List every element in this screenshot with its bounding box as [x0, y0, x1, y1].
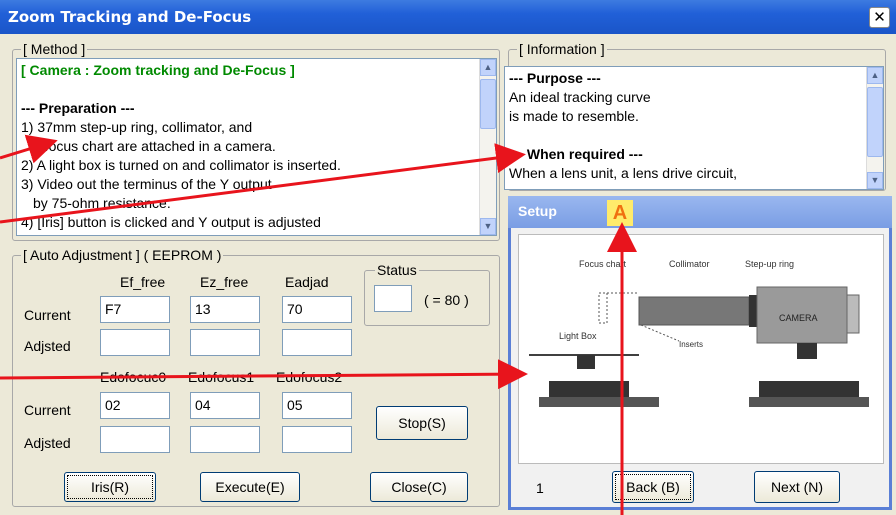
eadjad-current-field[interactable]: 70 [282, 296, 352, 323]
setup-title: Setup [518, 203, 557, 219]
status-hint: ( = 80 ) [424, 292, 469, 308]
ez-free-adjusted-field[interactable] [190, 329, 260, 356]
next-button[interactable]: Next (N) [754, 471, 840, 503]
window-title: Zoom Tracking and De-Focus [8, 8, 252, 26]
edofocus2-adjusted-field[interactable] [282, 426, 352, 453]
row-label-adjusted: Adjsted [24, 435, 71, 451]
collimator-shape [638, 296, 750, 326]
setup-diagram-svg: Focus chart Collimator Step-up ring CAME… [529, 259, 869, 407]
scroll-down-icon[interactable]: ▼ [867, 172, 883, 189]
focus-chart-shape [598, 292, 608, 324]
iris-button[interactable]: Iris(R) [64, 472, 156, 502]
method-line: 3) Video out the terminus of the Y outpu… [21, 176, 272, 192]
edofocus0-current-field[interactable]: 02 [100, 392, 170, 419]
scroll-up-icon[interactable]: ▲ [867, 67, 883, 84]
method-line: 4) [Iris] button is clicked and Y output… [21, 214, 321, 230]
scroll-down-icon[interactable]: ▼ [480, 218, 496, 235]
status-title: Status [375, 261, 419, 279]
setup-page-number: 1 [536, 480, 544, 496]
diagram-label-stepup-ring: Step-up ring [745, 259, 794, 269]
method-line: [ Camera : Zoom tracking and De-Focus ] [21, 62, 295, 78]
method-line: 1) 37mm step-up ring, collimator, and [21, 119, 253, 135]
info-line [509, 126, 879, 145]
back-button[interactable]: Back (B) [612, 471, 694, 503]
marker-a: A [607, 200, 633, 226]
method-line: --- Preparation --- [21, 100, 135, 116]
eadjad-adjusted-field[interactable] [282, 329, 352, 356]
diagram-label-inserts: Inserts [679, 340, 703, 349]
status-field[interactable] [374, 285, 412, 312]
close-icon[interactable]: ✕ [869, 7, 890, 28]
col-header: Eadjad [285, 274, 329, 290]
col-header: Ef_free [120, 274, 166, 290]
scroll-thumb[interactable] [867, 87, 883, 157]
auto-adjustment-title: [ Auto Adjustment ] ( EEPROM ) [21, 246, 224, 264]
info-line: --- When required --- [509, 146, 643, 162]
method-line: by 75-ohm resistance. [33, 195, 171, 211]
diagram-label-collimator: Collimator [669, 259, 710, 269]
col-header: Edofocuc0 [100, 369, 167, 385]
info-line: --- Purpose --- [509, 70, 601, 86]
scroll-up-icon[interactable]: ▲ [480, 59, 496, 76]
setup-titlebar: Setup [508, 196, 892, 228]
info-line: An ideal tracking curve [509, 89, 651, 105]
window-titlebar: Zoom Tracking and De-Focus ✕ [0, 0, 896, 34]
info-line: is made to resemble. [509, 108, 639, 124]
edofocus2-current-field[interactable]: 05 [282, 392, 352, 419]
stepup-ring-shape [749, 295, 757, 327]
close-button[interactable]: Close(C) [370, 472, 468, 502]
information-group-title: [ Information ] [517, 40, 607, 58]
ez-free-current-field[interactable]: 13 [190, 296, 260, 323]
method-group-title: [ Method ] [21, 40, 88, 58]
method-scrollbar[interactable]: ▲ ▼ [479, 59, 496, 235]
method-line: 2) A light box is turned on and collimat… [21, 157, 341, 173]
method-line: a focus chart are attached in a camera. [33, 138, 276, 154]
col-header: Ez_free [200, 274, 249, 290]
setup-diagram: Focus chart Collimator Step-up ring CAME… [518, 234, 884, 464]
edofocus0-adjusted-field[interactable] [100, 426, 170, 453]
diagram-label-focus-chart: Focus chart [579, 259, 627, 269]
col-header: Edofocus2 [276, 369, 343, 385]
setup-footer: 1 Back (B) Next (N) [518, 468, 884, 506]
col-header: Edofocus1 [188, 369, 255, 385]
ef-free-current-field[interactable]: F7 [100, 296, 170, 323]
method-textbox[interactable]: [ Camera : Zoom tracking and De-Focus ] … [16, 58, 497, 236]
edofocus1-current-field[interactable]: 04 [190, 392, 260, 419]
row-label-adjusted: Adjsted [24, 338, 71, 354]
ef-free-adjusted-field[interactable] [100, 329, 170, 356]
edofocus1-adjusted-field[interactable] [190, 426, 260, 453]
information-textbox[interactable]: --- Purpose --- An ideal tracking curve … [504, 66, 884, 190]
row-label-current: Current [24, 402, 71, 418]
diagram-label-light-box: Light Box [559, 331, 597, 341]
info-line: When a lens unit, a lens drive circuit, [509, 165, 737, 181]
execute-button[interactable]: Execute(E) [200, 472, 300, 502]
info-scrollbar[interactable]: ▲ ▼ [866, 67, 883, 189]
diagram-label-camera: CAMERA [779, 313, 818, 323]
scroll-thumb[interactable] [480, 79, 496, 129]
method-line [21, 80, 492, 99]
stop-button[interactable]: Stop(S) [376, 406, 468, 440]
row-label-current: Current [24, 307, 71, 323]
